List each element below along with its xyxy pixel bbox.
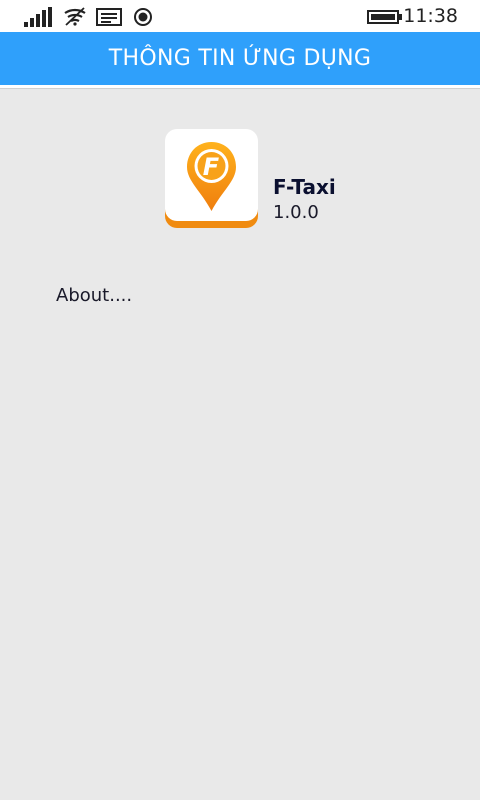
svg-text:F: F (203, 153, 220, 181)
f-taxi-logo-icon: F (165, 129, 258, 228)
app-version: 1.0.0 (273, 202, 319, 223)
message-icon (96, 8, 122, 26)
signal-icon (24, 7, 52, 27)
about-text: About.... (56, 285, 133, 306)
wifi-icon (64, 7, 86, 26)
battery-icon (367, 10, 402, 24)
header-divider (0, 85, 480, 89)
app-name: F-Taxi (273, 175, 336, 199)
status-bar: 11:38 (0, 0, 480, 32)
page-title: THÔNG TIN ỨNG DỤNG (108, 46, 372, 71)
status-time: 11:38 (403, 5, 458, 27)
app-header: THÔNG TIN ỨNG DỤNG (0, 32, 480, 85)
app-screen: 11:38 THÔNG TIN ỨNG DỤNG F F-Taxi 1.0.0 … (0, 0, 480, 800)
location-icon (134, 8, 152, 26)
